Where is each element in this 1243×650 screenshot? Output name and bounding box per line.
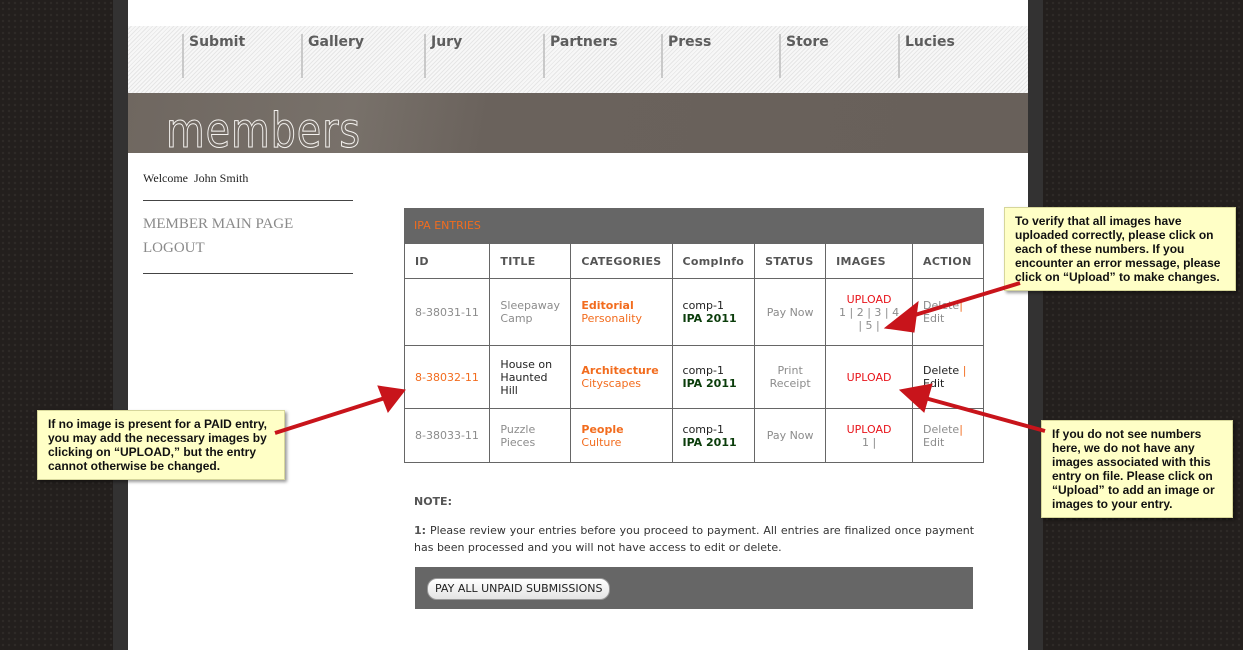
entry-compinfo: comp-1 IPA 2011: [671, 408, 756, 463]
entry-actions: Delete | Edit: [912, 345, 984, 409]
entry-category: Editorial Personality: [570, 278, 673, 346]
separator: |: [959, 422, 963, 436]
welcome-label: Welcome: [143, 171, 189, 185]
comp-name: IPA 2011: [682, 312, 737, 325]
note-number: 1:: [414, 524, 427, 537]
table-row: 8-38031-11 Sleepaway Camp Editorial Pers…: [403, 278, 984, 346]
table-header-row: ID TITLE CATEGORIES CompInfo STATUS IMAG…: [403, 243, 984, 279]
member-main-page-link[interactable]: MEMBER MAIN PAGE: [143, 216, 293, 233]
image-number-links[interactable]: 1 | 2 | 3 | 4 | 5 |: [839, 306, 899, 332]
pay-now-link[interactable]: Pay Now: [754, 278, 827, 346]
callout-no-numbers: If you do not see numbers here, we do no…: [1041, 420, 1233, 518]
sidebar-divider-bottom: [143, 273, 353, 274]
title-line: Pieces: [500, 435, 536, 449]
entry-images: UPLOAD: [825, 345, 914, 409]
delete-link[interactable]: Delete: [923, 364, 959, 377]
entry-title: House on Haunted Hill: [489, 345, 572, 409]
nav-item-submit[interactable]: Submit: [182, 34, 245, 78]
entry-category: Architecture Cityscapes: [570, 345, 673, 409]
nav-item-partners[interactable]: Partners: [543, 34, 618, 78]
col-action: ACTION: [912, 243, 984, 279]
title-line: Camp: [500, 312, 533, 325]
banner-title: members: [166, 103, 362, 154]
title-line: House on: [500, 357, 553, 371]
entry-compinfo: comp-1 IPA 2011: [671, 278, 756, 346]
nav-item-press[interactable]: Press: [661, 34, 711, 78]
pay-all-unpaid-button[interactable]: PAY ALL UNPAID SUBMISSIONS: [427, 578, 611, 600]
comp-name: IPA 2011: [682, 435, 737, 449]
title-line: Hill: [500, 383, 518, 397]
entries-table: ID TITLE CATEGORIES CompInfo STATUS IMAG…: [403, 243, 984, 463]
upload-link[interactable]: UPLOAD: [847, 293, 892, 306]
welcome-text: Welcome John Smith: [143, 171, 248, 186]
col-images: IMAGES: [825, 243, 914, 279]
separator: |: [962, 364, 967, 377]
subcategory: Personality: [581, 312, 643, 325]
main-nav: Submit Gallery Jury Partners Press Store…: [128, 26, 1028, 93]
edit-link[interactable]: Edit: [923, 312, 944, 325]
callout-paid-entry: If no image is present for a PAID entry,…: [37, 410, 285, 480]
nav-item-gallery[interactable]: Gallery: [301, 34, 364, 78]
note-body: Please review your entries before you pr…: [414, 524, 975, 554]
upload-link[interactable]: UPLOAD: [847, 371, 892, 384]
ipa-entries-panel: IPA ENTRIES ID TITLE CATEGORIES CompInfo…: [403, 208, 984, 463]
comp-id: comp-1: [682, 299, 724, 312]
delete-link[interactable]: Delete: [923, 423, 959, 436]
subcategory: Culture: [581, 435, 622, 449]
category: Architecture: [581, 364, 659, 377]
right-frame-band: [1028, 0, 1043, 650]
comp-name: IPA 2011: [682, 377, 737, 390]
note-title: NOTE:: [414, 495, 452, 508]
comp-id: comp-1: [682, 364, 724, 377]
page-container: Submit Gallery Jury Partners Press Store…: [128, 0, 1028, 650]
entry-images: UPLOAD 1 |: [825, 408, 914, 463]
members-banner: members: [128, 93, 1028, 153]
image-number-links[interactable]: 1 |: [862, 436, 876, 449]
category: Editorial: [581, 299, 634, 312]
subcategory: Cityscapes: [581, 377, 641, 390]
table-row: 8-38032-11 House on Haunted Hill Archite…: [403, 345, 984, 409]
table-row: 8-38033-11 Puzzle Pieces People Culture …: [403, 408, 984, 463]
col-status: STATUS: [754, 243, 827, 279]
comp-id: comp-1: [682, 422, 724, 436]
entry-category: People Culture: [570, 408, 673, 463]
sidebar-divider-top: [143, 200, 353, 201]
pay-now-link[interactable]: Pay Now: [754, 408, 827, 463]
title-line: Sleepaway: [500, 299, 560, 312]
status-line: Print: [777, 364, 803, 377]
col-categories: CATEGORIES: [570, 243, 673, 279]
col-title: TITLE: [489, 243, 572, 279]
entry-actions: Delete| Edit: [912, 278, 984, 346]
entry-id: 8-38033-11: [403, 408, 491, 463]
nav-item-jury[interactable]: Jury: [424, 34, 462, 78]
callout-verify-images: To verify that all images have uploaded …: [1004, 207, 1236, 291]
entry-compinfo: comp-1 IPA 2011: [671, 345, 756, 409]
separator: |: [959, 299, 963, 312]
entry-actions: Delete| Edit: [912, 408, 984, 463]
nav-item-store[interactable]: Store: [779, 34, 829, 78]
entry-images: UPLOAD 1 | 2 | 3 | 4 | 5 |: [825, 278, 914, 346]
entries-heading: IPA ENTRIES: [404, 208, 984, 243]
col-compinfo: CompInfo: [671, 243, 756, 279]
pay-bar: PAY ALL UNPAID SUBMISSIONS: [415, 567, 973, 609]
title-line: Puzzle: [500, 422, 536, 436]
delete-link[interactable]: Delete: [923, 299, 959, 312]
col-id: ID: [403, 243, 491, 279]
status-line: Receipt: [769, 377, 811, 390]
entry-title: Sleepaway Camp: [489, 278, 572, 346]
edit-link[interactable]: Edit: [923, 377, 944, 390]
print-receipt-link[interactable]: Print Receipt: [754, 345, 827, 409]
entry-id: 8-38031-11: [403, 278, 491, 346]
upload-link[interactable]: UPLOAD: [847, 423, 892, 436]
category: People: [581, 422, 624, 436]
left-frame-band: [113, 0, 128, 650]
entry-id: 8-38032-11: [403, 345, 491, 409]
entry-title: Puzzle Pieces: [489, 408, 572, 463]
edit-link[interactable]: Edit: [923, 436, 944, 449]
logout-link[interactable]: LOGOUT: [143, 240, 205, 257]
note-text: 1: Please review your entries before you…: [414, 522, 974, 556]
title-line: Haunted: [500, 370, 548, 384]
user-name: John Smith: [194, 171, 249, 185]
nav-item-lucies[interactable]: Lucies: [898, 34, 955, 78]
